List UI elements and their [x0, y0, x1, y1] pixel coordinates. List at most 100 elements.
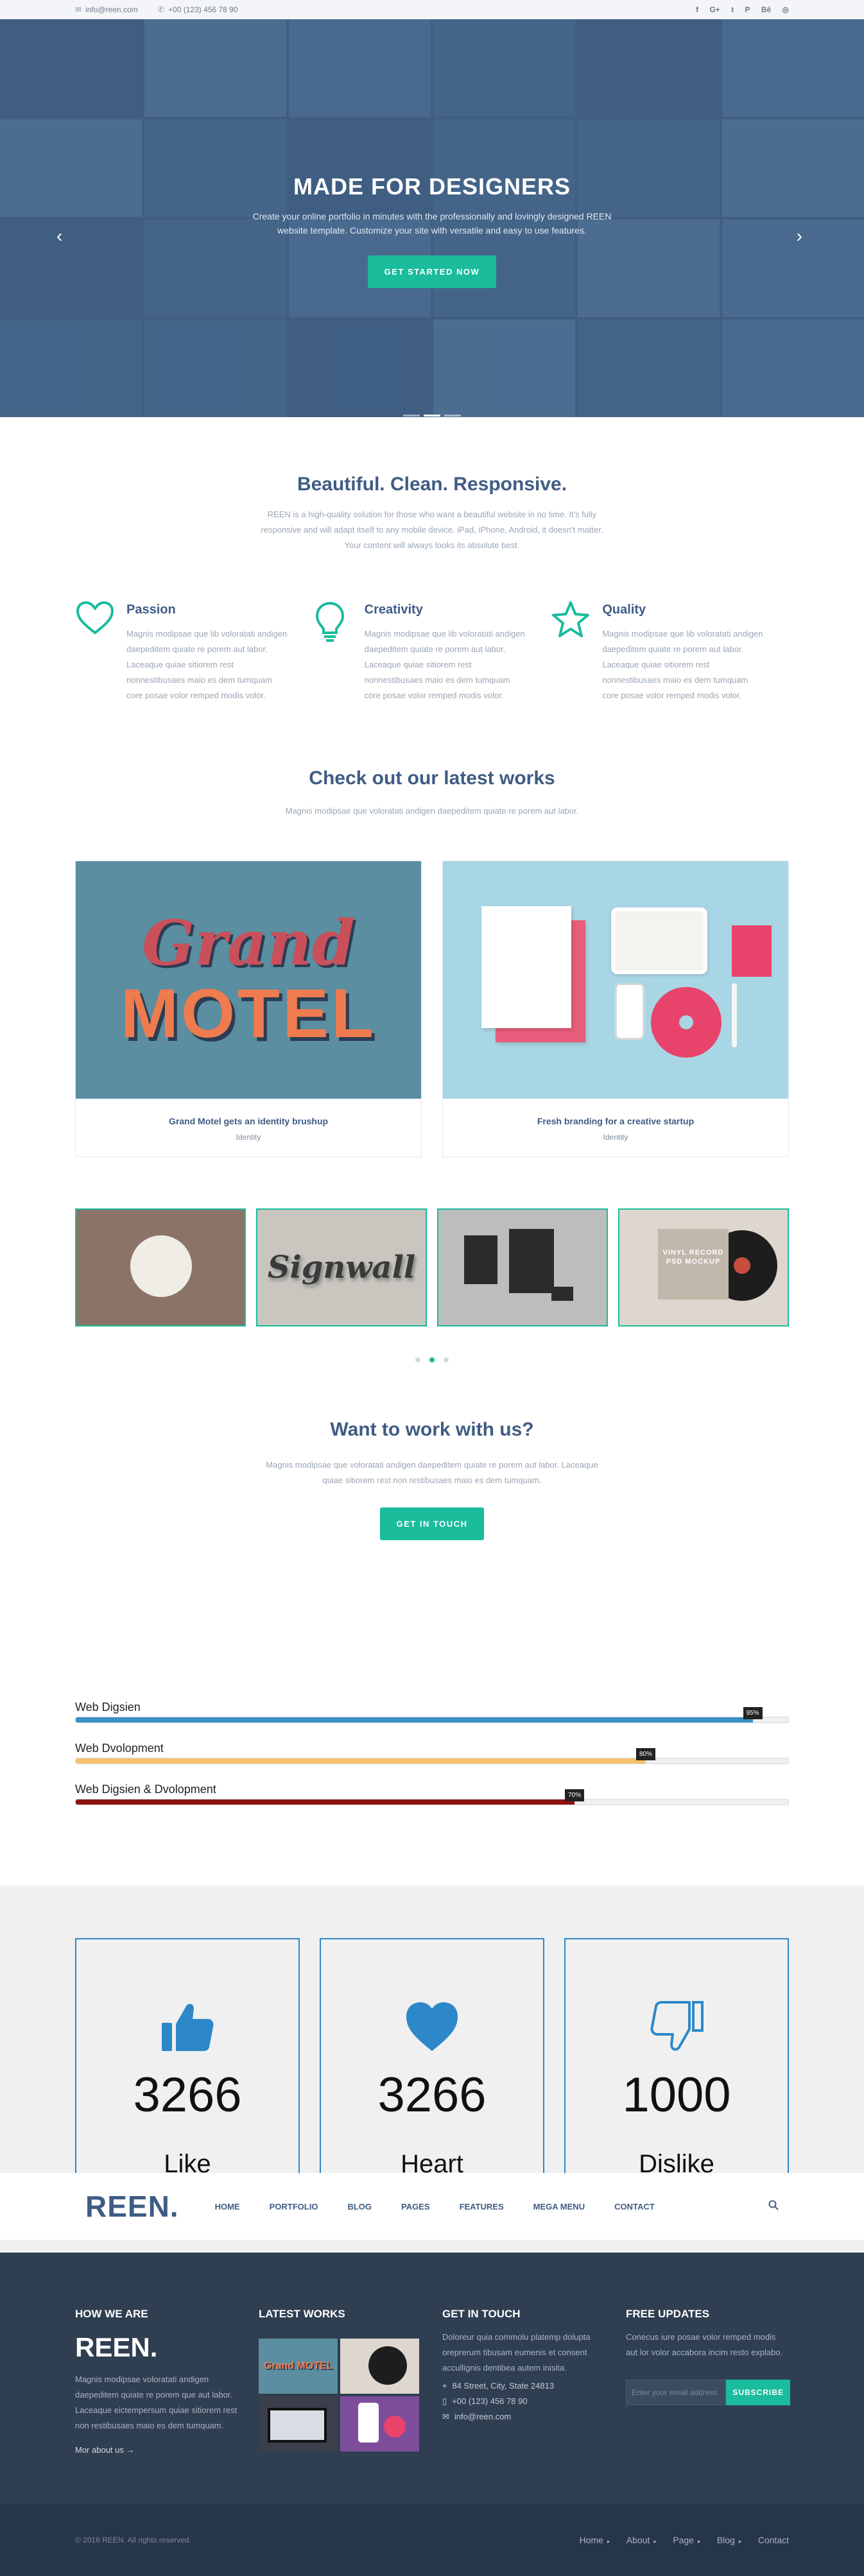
footer-about: HOW WE ARE REEN. Magnis modipsae volorat…: [75, 2308, 238, 2455]
skill-percent: 70%: [564, 1789, 585, 1801]
site-logo[interactable]: REEN.: [85, 2189, 179, 2224]
main-navigation: REEN. HOME PORTFOLIO BLOG PAGES FEATURES…: [0, 2173, 864, 2253]
footer-updates: FREE UPDATES Conecus iure posae volor re…: [626, 2308, 790, 2455]
footer-link-home[interactable]: Home ▸: [580, 2535, 610, 2545]
footer-work-thumb[interactable]: Grand MOTEL: [259, 2339, 338, 2394]
footer-latest-works: LATEST WORKS Grand MOTEL: [259, 2308, 422, 2455]
work-card-branding[interactable]: Fresh branding for a creative startup Id…: [442, 861, 789, 1157]
footer-about-text: Magnis modipsae voloratati andigen daepe…: [75, 2374, 238, 2430]
counter-label: Like: [164, 2150, 211, 2173]
nav-item-mega-menu[interactable]: MEGA MENU: [533, 2202, 585, 2211]
feature-title: Creativity: [364, 603, 423, 617]
skill-label: Web Dvolopment: [75, 1742, 164, 1755]
feature-quality: Quality Magnis modipsae que lib volorata…: [551, 601, 789, 703]
footer-bottom-bar: © 2016 REEN. All rights reserved. Home ▸ …: [0, 2504, 864, 2576]
facebook-icon[interactable]: f: [696, 5, 698, 14]
work-title[interactable]: Grand Motel gets an identity brushup: [76, 1116, 421, 1126]
work-title[interactable]: Fresh branding for a creative startup: [443, 1116, 788, 1126]
counter-label: Dislike: [639, 2150, 714, 2173]
more-about-link[interactable]: Mor about us →: [75, 2445, 238, 2455]
works-subtitle: Magnis modipsae que voloratati andigen d…: [285, 806, 579, 816]
footer-work-thumb[interactable]: [259, 2396, 338, 2451]
footer-phone: ▯ +00 (123) 456 78 90: [442, 2396, 528, 2406]
map-marker-icon: ⌖: [442, 2381, 447, 2391]
skill-percent: 95%: [743, 1707, 763, 1719]
thumb-badge[interactable]: [75, 1208, 246, 1327]
thumb-stationery[interactable]: [437, 1208, 608, 1327]
carousel-dot[interactable]: [415, 1357, 420, 1362]
email-subscribe-input[interactable]: Enter your email address: [626, 2380, 727, 2405]
envelope-icon: ✉: [75, 5, 82, 14]
skills-section: Web Digsien 95% Web Dvolopment 80% Web D…: [75, 1701, 789, 1885]
grand-motel-image: Grand MOTEL: [76, 861, 421, 1099]
search-icon[interactable]: [768, 2200, 779, 2213]
slider-dot-active[interactable]: [424, 415, 440, 416]
top-email[interactable]: ✉ info@reen.com: [75, 5, 138, 14]
footer-link-contact[interactable]: Contact: [758, 2535, 789, 2545]
thumb-signwall[interactable]: Signwall: [256, 1208, 427, 1327]
footer-logo: REEN.: [75, 2332, 158, 2362]
skill-fill: [76, 1799, 575, 1805]
footer-heading: GET IN TOUCH: [442, 2308, 521, 2320]
footer-link-blog[interactable]: Blog ▸: [717, 2535, 742, 2545]
nav-item-contact[interactable]: CONTACT: [614, 2202, 655, 2211]
skill-label: Web Digsien: [75, 1701, 141, 1713]
feature-text: Magnis modipsae que lib voloratati andig…: [126, 629, 288, 700]
carousel-dot[interactable]: [444, 1357, 449, 1362]
counter-label: Heart: [401, 2150, 463, 2173]
counter-number: 3266: [133, 2068, 242, 2122]
footer-contact: GET IN TOUCH Doloreur quia commolu plate…: [442, 2308, 605, 2455]
nav-item-pages[interactable]: PAGES: [401, 2202, 430, 2211]
feature-text: Magnis modipsae que lib voloratati andig…: [364, 629, 525, 700]
skill-track: 70%: [75, 1789, 789, 1805]
work-category: Identity: [603, 1133, 628, 1142]
works-carousel-dots: [75, 1357, 789, 1362]
top-contact: ✉ info@reen.com ✆ +00 (123) 456 78 90: [75, 5, 255, 14]
thumb-vinyl[interactable]: VINYL RECORD PSD MOCKUP: [618, 1208, 789, 1327]
footer-heading: HOW WE ARE: [75, 2308, 148, 2320]
skill-label: Web Digsien & Dvolopment: [75, 1783, 216, 1796]
behance-icon[interactable]: Bē: [761, 5, 771, 14]
top-phone: ✆ +00 (123) 456 78 90: [157, 5, 238, 14]
nav-item-blog[interactable]: BLOG: [347, 2202, 372, 2211]
cta-text: Magnis modipsae que voloratati andigen d…: [266, 1460, 598, 1485]
counter-like: 3266 Like: [75, 1938, 300, 2173]
twitter-icon[interactable]: t: [731, 5, 734, 14]
carousel-dot-active[interactable]: [429, 1357, 435, 1362]
subscribe-form: Enter your email address SUBSCRIBE: [626, 2380, 790, 2405]
footer: HOW WE ARE REEN. Magnis modipsae volorat…: [0, 2253, 864, 2504]
nav-item-features[interactable]: FEATURES: [460, 2202, 504, 2211]
footer-work-thumb[interactable]: [340, 2396, 419, 2451]
hero-slider: ‹ › MADE FOR DESIGNERS Create your onlin…: [0, 19, 864, 417]
get-started-button[interactable]: GET STARTED NOW: [367, 255, 497, 288]
footer-updates-text: Conecus iure posae volor remped modis au…: [626, 2332, 783, 2357]
footer-link-about[interactable]: About ▸: [626, 2535, 657, 2545]
hero-content: MADE FOR DESIGNERS Create your online po…: [0, 173, 864, 288]
footer-link-page[interactable]: Page ▸: [673, 2535, 700, 2545]
feature-passion: Passion Magnis modipsae que lib volorata…: [75, 601, 313, 703]
dribbble-icon[interactable]: ◎: [782, 5, 789, 14]
get-in-touch-button[interactable]: GET IN TOUCH: [379, 1507, 485, 1540]
skill-percent: 80%: [635, 1748, 656, 1760]
envelope-icon: ✉: [442, 2412, 449, 2421]
hero-text: Create your online portfolio in minutes …: [252, 211, 612, 236]
footer-work-thumb[interactable]: [340, 2339, 419, 2394]
nav-item-portfolio[interactable]: PORTFOLIO: [270, 2202, 318, 2211]
subscribe-button[interactable]: SUBSCRIBE: [726, 2380, 790, 2405]
works-header: Check out our latest works Magnis modips…: [75, 768, 789, 816]
intro-text: REEN is a high-quality solution for thos…: [261, 510, 603, 550]
thumbs-up-icon: [162, 2004, 214, 2051]
slider-dot[interactable]: [403, 415, 420, 416]
pinterest-icon[interactable]: P: [745, 5, 750, 14]
footer-links: Home ▸ About ▸ Page ▸ Blog ▸ Contact: [566, 2535, 789, 2545]
google-plus-icon[interactable]: G+: [709, 5, 720, 14]
nav-item-home[interactable]: HOME: [215, 2202, 240, 2211]
thumbs-down-icon: [650, 2001, 704, 2051]
footer-email[interactable]: ✉ info@reen.com: [442, 2412, 605, 2422]
nav-menu: HOME PORTFOLIO BLOG PAGES FEATURES MEGA …: [215, 2202, 768, 2211]
work-card-grand-motel[interactable]: Grand MOTEL Grand Motel gets an identity…: [75, 861, 422, 1157]
slider-dot[interactable]: [444, 415, 461, 416]
footer-heading: LATEST WORKS: [259, 2308, 345, 2320]
works-thumbnails: Signwall VINYL RECORD PSD MOCKUP: [75, 1208, 789, 1327]
cta-section: Want to work with us? Magnis modipsae qu…: [75, 1419, 789, 1540]
